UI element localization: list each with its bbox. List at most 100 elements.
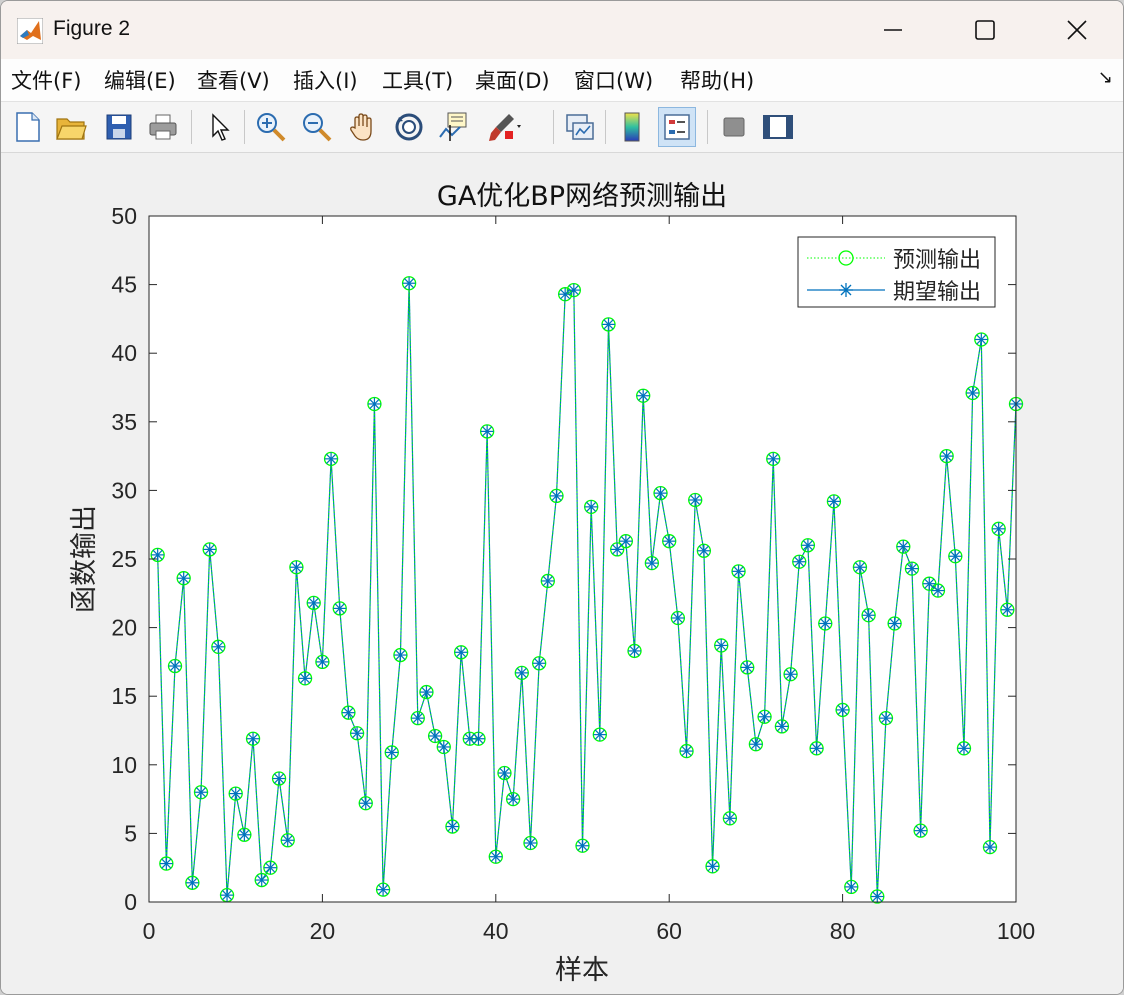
expected-point — [948, 549, 962, 563]
expected-point — [185, 876, 199, 890]
expected-point — [922, 577, 936, 591]
expected-point — [428, 729, 442, 743]
pointer-icon — [212, 113, 230, 141]
expected-point — [246, 732, 260, 746]
data-cursor-button[interactable] — [435, 107, 473, 147]
expected-point — [645, 556, 659, 570]
y-tick-label: 30 — [111, 477, 137, 503]
y-tick-label: 15 — [111, 683, 137, 709]
expected-point — [298, 671, 312, 685]
expected-point — [801, 538, 815, 552]
expected-point — [471, 732, 485, 746]
expected-point — [853, 560, 867, 574]
zoom-out-button[interactable] — [298, 107, 336, 147]
menu-window[interactable]: 窗口(W) — [574, 65, 653, 95]
expected-point — [628, 644, 642, 658]
expected-point — [367, 397, 381, 411]
new-figure-button[interactable] — [8, 107, 46, 147]
menu-file[interactable]: 文件(F) — [11, 65, 81, 95]
close-button[interactable] — [1031, 1, 1123, 59]
y-tick-label: 40 — [111, 340, 137, 366]
menu-insert[interactable]: 插入(I) — [293, 65, 358, 95]
expected-point — [870, 890, 884, 904]
expected-point — [914, 824, 928, 838]
expected-point — [940, 449, 954, 463]
expected-point — [272, 772, 286, 786]
maximize-button[interactable] — [939, 1, 1031, 59]
colorbar-button[interactable] — [613, 107, 651, 147]
toolbar-separator — [553, 110, 554, 144]
menu-overflow-icon[interactable]: ↘ — [1098, 67, 1113, 88]
toolbar — [1, 102, 1123, 153]
expected-point — [862, 608, 876, 622]
axes-background — [149, 216, 1016, 902]
expected-point — [515, 666, 529, 680]
hide-plot-tools-icon — [723, 117, 745, 137]
menu-edit[interactable]: 编辑(E) — [104, 65, 176, 95]
menu-desktop[interactable]: 桌面(D) — [475, 65, 550, 95]
zoom-in-button[interactable] — [252, 107, 290, 147]
open-button[interactable] — [52, 107, 90, 147]
expected-point — [454, 645, 468, 659]
zoom-in-icon — [257, 113, 286, 142]
y-tick-label: 25 — [111, 546, 137, 572]
menu-view[interactable]: 查看(V) — [197, 65, 270, 95]
legend[interactable]: 预测输出 期望输出 — [797, 236, 996, 308]
show-plot-tools-button[interactable] — [759, 107, 797, 147]
expected-point — [532, 656, 546, 670]
menu-bar: 文件(F) 编辑(E) 查看(V) 插入(I) 工具(T) 桌面(D) 窗口(W… — [1, 59, 1123, 102]
expected-point — [523, 836, 537, 850]
figure-window: Figure 2 文件(F) 编辑(E) 查看(V) 插入(I) 工具(T) 桌… — [0, 0, 1124, 995]
expected-point — [263, 861, 277, 875]
expected-point — [350, 726, 364, 740]
maximize-icon — [975, 20, 995, 40]
pointer-button[interactable] — [200, 107, 238, 147]
expected-point — [688, 493, 702, 507]
chart: 0 20 40 60 80 100 0 5 10 15 20 25 30 35 40 45 50 GA优化BP网… — [69, 181, 1035, 986]
brush-button[interactable] — [485, 107, 523, 147]
save-button[interactable] — [100, 107, 138, 147]
expected-point — [229, 787, 243, 801]
expected-point — [159, 857, 173, 871]
expected-point — [376, 883, 390, 897]
legend-button[interactable] — [658, 107, 696, 147]
x-tick-label: 0 — [143, 918, 156, 944]
legend-label-predicted: 预测输出 — [893, 248, 981, 273]
expected-point — [549, 489, 563, 503]
pan-hand-icon — [350, 113, 372, 141]
expected-point — [445, 820, 459, 834]
expected-point — [211, 640, 225, 654]
expected-point — [905, 562, 919, 576]
menu-tools[interactable]: 工具(T) — [382, 65, 453, 95]
expected-point — [810, 741, 824, 755]
y-tick-label: 10 — [111, 752, 137, 778]
expected-point — [879, 711, 893, 725]
expected-point — [983, 840, 997, 854]
expected-point — [723, 811, 737, 825]
expected-point — [888, 616, 902, 630]
minimize-icon — [884, 29, 902, 31]
y-tick-label: 5 — [124, 820, 137, 846]
expected-point — [402, 276, 416, 290]
minimize-button[interactable] — [847, 1, 939, 59]
expected-point — [602, 317, 616, 331]
expected-point — [541, 574, 555, 588]
expected-point — [289, 560, 303, 574]
show-plot-tools-icon — [763, 115, 793, 139]
save-icon — [106, 114, 132, 140]
expected-point — [784, 667, 798, 681]
y-axis-label: 函数输出 — [69, 505, 100, 613]
rotate-button[interactable] — [390, 107, 428, 147]
expected-point — [844, 880, 858, 894]
link-plot-button[interactable] — [561, 107, 599, 147]
expected-point — [662, 534, 676, 548]
expected-point — [567, 283, 581, 297]
print-button[interactable] — [144, 107, 182, 147]
expected-point — [706, 859, 720, 873]
hide-plot-tools-button[interactable] — [715, 107, 753, 147]
expected-point — [593, 728, 607, 742]
window-title: Figure 2 — [53, 17, 131, 40]
pan-button[interactable] — [344, 107, 382, 147]
menu-help[interactable]: 帮助(H) — [680, 65, 754, 95]
expected-point — [654, 486, 668, 500]
